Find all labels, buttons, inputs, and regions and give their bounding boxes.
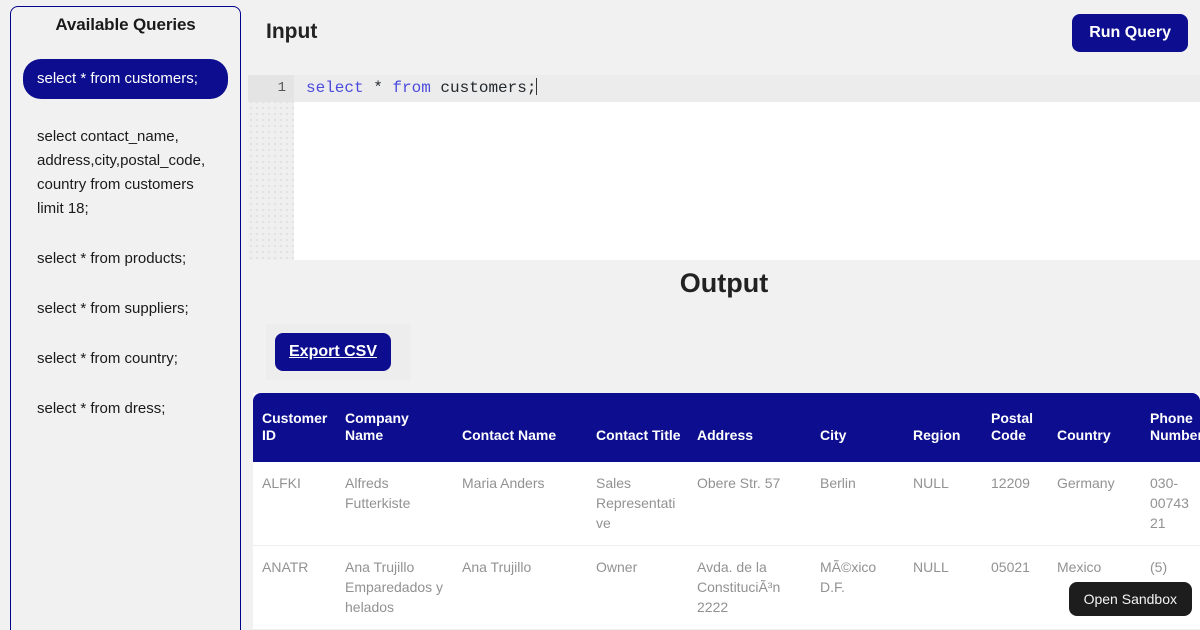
query-list: select * from customers; select contact_n… — [23, 59, 228, 421]
table-column-header[interactable]: Country — [1049, 393, 1142, 462]
code-token-keyword: from — [392, 79, 431, 97]
sidebar-title: Available Queries — [55, 15, 196, 34]
run-query-button[interactable]: Run Query — [1072, 14, 1188, 52]
table-cell-contact-name: Ana Trujillo — [454, 545, 588, 630]
query-item-active[interactable]: select * from customers; — [23, 59, 228, 99]
table-cell-city: Berlin — [812, 462, 905, 546]
table-cell-address: Obere Str. 57 — [689, 462, 812, 546]
results-table-container[interactable]: Customer ID Company Name Contact Name Conta… — [253, 393, 1200, 630]
table-cell-phone-number: 030-0074321 — [1142, 462, 1200, 546]
table-row: ANATR Ana Trujillo Emparedados y helados A… — [253, 545, 1200, 630]
editor-code-area[interactable]: select * from customers; — [294, 75, 1200, 260]
table-column-header[interactable]: Company Name — [337, 393, 454, 462]
table-cell-postal-code: 12209 — [983, 462, 1049, 546]
table-cell-region: NULL — [905, 545, 983, 630]
results-table-head: Customer ID Company Name Contact Name Conta… — [253, 393, 1200, 462]
query-item[interactable]: select contact_name, address,city,postal… — [37, 125, 214, 221]
results-table: Customer ID Company Name Contact Name Conta… — [253, 393, 1200, 630]
table-cell-postal-code: 05021 — [983, 545, 1049, 630]
query-item[interactable]: select * from suppliers; — [37, 297, 214, 321]
main-panel: Input Run Query 1 select * from customer… — [248, 0, 1200, 630]
table-cell-customer-id: ANATR — [253, 545, 337, 630]
table-cell-contact-name: Maria Anders — [454, 462, 588, 546]
table-column-header[interactable]: Contact Name — [454, 393, 588, 462]
table-cell-address: Avda. de la ConstituciÃ³n 2222 — [689, 545, 812, 630]
table-cell-company-name: Alfreds Futterkiste — [337, 462, 454, 546]
sql-editor[interactable]: 1 select * from customers; — [248, 75, 1200, 260]
export-csv-label: Export CSV — [289, 343, 378, 360]
input-title: Input — [266, 20, 318, 43]
export-toolbar: Export CSV — [266, 324, 411, 380]
table-cell-city: MÃ©xico D.F. — [812, 545, 905, 630]
table-cell-customer-id: ALFKI — [253, 462, 337, 546]
available-queries-sidebar: Available Queries select * from customer… — [10, 6, 241, 630]
editor-code-line[interactable]: select * from customers; — [306, 75, 538, 102]
code-token-operator: * — [363, 79, 393, 97]
table-column-header[interactable]: Contact Title — [588, 393, 689, 462]
export-csv-button[interactable]: Export CSV — [275, 333, 392, 371]
results-table-body: ALFKI Alfreds Futterkiste Maria Anders Sale… — [253, 462, 1200, 630]
table-column-header[interactable]: Postal Code — [983, 393, 1049, 462]
query-item[interactable]: select * from dress; — [37, 397, 214, 421]
table-cell-region: NULL — [905, 462, 983, 546]
table-column-header[interactable]: Address — [689, 393, 812, 462]
input-header-bar: Input Run Query — [248, 0, 1200, 75]
query-item[interactable]: select * from products; — [37, 247, 214, 271]
code-token-identifier: customers; — [430, 79, 537, 97]
table-column-header[interactable]: Phone Number — [1142, 393, 1200, 462]
open-sandbox-button[interactable]: Open Sandbox — [1068, 582, 1192, 616]
code-token-keyword: select — [306, 79, 364, 97]
table-column-header[interactable]: Region — [905, 393, 983, 462]
sql-playground-app: Available Queries select * from customer… — [0, 0, 1200, 630]
query-item[interactable]: select * from country; — [37, 347, 214, 371]
table-cell-contact-title: Sales Representative — [588, 462, 689, 546]
text-caret — [536, 78, 538, 95]
table-column-header[interactable]: City — [812, 393, 905, 462]
table-row: ALFKI Alfreds Futterkiste Maria Anders Sale… — [253, 462, 1200, 546]
table-cell-company-name: Ana Trujillo Emparedados y helados — [337, 545, 454, 630]
output-title: Output — [679, 268, 769, 298]
table-column-header[interactable]: Customer ID — [253, 393, 337, 462]
line-number: 1 — [277, 80, 286, 96]
table-header-row: Customer ID Company Name Contact Name Conta… — [253, 393, 1200, 462]
table-cell-contact-title: Owner — [588, 545, 689, 630]
table-cell-country: Germany — [1049, 462, 1142, 546]
editor-gutter: 1 — [248, 75, 294, 260]
